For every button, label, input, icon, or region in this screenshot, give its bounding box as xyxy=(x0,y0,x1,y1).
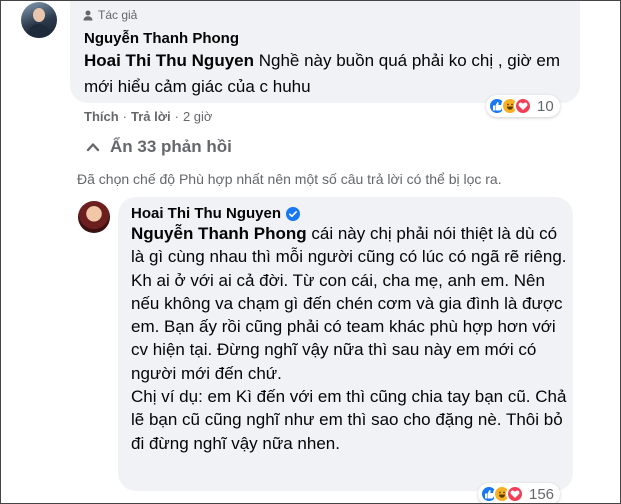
separator-dot: · xyxy=(122,109,128,124)
love-icon xyxy=(506,485,524,503)
reaction-summary[interactable]: 10 xyxy=(486,95,560,117)
reply-paragraph: Chị ví dụ: em Kì đến với em thì cũng chi… xyxy=(131,387,567,453)
filter-notice: Đã chọn chế độ Phù hợp nhất nên một số c… xyxy=(77,171,502,187)
comment-timestamp[interactable]: 2 giờ xyxy=(183,109,213,124)
author-avatar[interactable] xyxy=(21,2,57,38)
hide-replies-label: Ẩn 33 phản hồi xyxy=(110,137,232,156)
hide-replies-toggle[interactable]: Ẩn 33 phản hồi xyxy=(86,137,232,157)
reply-link[interactable]: Trả lời xyxy=(131,109,171,124)
reaction-count: 10 xyxy=(537,97,554,115)
author-badge: Tác giả xyxy=(82,8,137,22)
author-badge-label: Tác giả xyxy=(98,8,138,22)
reply-author-name: Hoai Thi Thu Nguyen xyxy=(131,205,300,222)
comment-actions: Thích · Trả lời · 2 giờ xyxy=(84,109,212,124)
comment-author-name[interactable]: Nguyễn Thanh Phong xyxy=(84,30,239,47)
mention-link[interactable]: Hoai Thi Thu Nguyen xyxy=(84,51,254,70)
reply-body: cái này chị phải nói thiệt là dù có là g… xyxy=(131,224,567,383)
reply-author-avatar[interactable] xyxy=(78,201,110,233)
reply-text: Nguyễn Thanh Phong cái này chị phải nói … xyxy=(131,222,567,455)
mention-link[interactable]: Nguyễn Thanh Phong xyxy=(131,224,307,243)
reply-author-name-text[interactable]: Hoai Thi Thu Nguyen xyxy=(131,205,281,222)
reaction-count: 156 xyxy=(529,485,555,503)
comment-text: Hoai Thi Thu Nguyen Nghề này buồn quá ph… xyxy=(84,48,564,100)
reaction-summary[interactable]: 156 xyxy=(478,483,561,504)
reply-paragraph: Nguyễn Thanh Phong cái này chị phải nói … xyxy=(131,222,567,385)
love-icon xyxy=(514,97,532,115)
chevron-up-icon xyxy=(86,143,100,152)
author-badge-icon xyxy=(82,9,94,21)
verified-badge-icon xyxy=(286,206,300,221)
separator-dot: · xyxy=(174,109,179,124)
like-link[interactable]: Thích xyxy=(84,109,119,124)
